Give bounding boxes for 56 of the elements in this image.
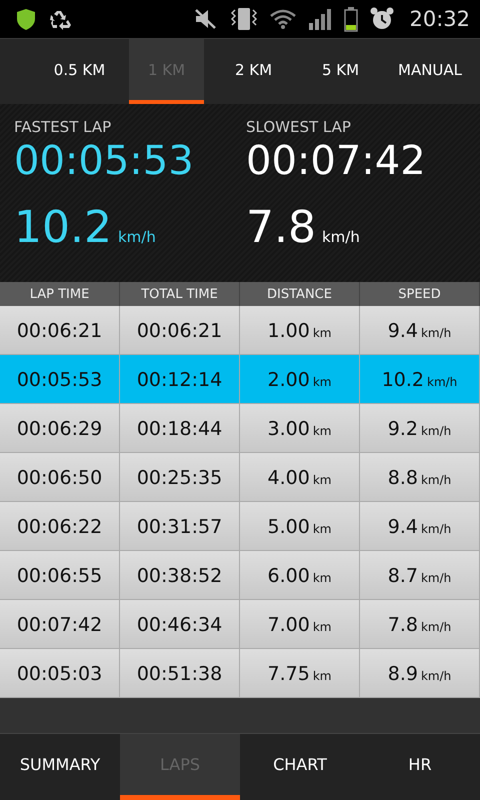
clock-time: 20:32 <box>409 7 470 31</box>
table-cell: 1.00 km <box>240 306 360 354</box>
table-cell: 5.00 km <box>240 502 360 550</box>
distance-tab[interactable]: 2 KM <box>216 39 291 104</box>
table-cell: 00:06:21 <box>120 306 240 354</box>
table-cell: 10.2 km/h <box>360 355 480 403</box>
table-cell: 4.00 km <box>240 453 360 501</box>
table-cell: 00:07:42 <box>0 600 120 648</box>
table-cell: 00:06:55 <box>0 551 120 599</box>
distance-tab[interactable]: 5 KM <box>303 39 378 104</box>
lap-row[interactable]: 00:07:42 00:46:34 7.00 km 7.8 km/h <box>0 600 480 649</box>
table-cell: 9.2 km/h <box>360 404 480 452</box>
lap-row[interactable]: 00:05:53 00:12:14 2.00 km 10.2 km/h <box>0 355 480 404</box>
section-tab[interactable]: CHART <box>240 734 360 800</box>
stat-title: SLOWEST LAP <box>246 118 352 136</box>
table-cell: 00:51:38 <box>120 649 240 697</box>
lap-time: 00:07:42 <box>246 137 427 186</box>
lap-time: 00:05:53 <box>14 137 195 186</box>
table-cell: 00:06:21 <box>0 306 120 354</box>
distance-tab[interactable]: MANUAL <box>390 39 468 104</box>
lap-row[interactable]: 00:06:22 00:31:57 5.00 km 9.4 km/h <box>0 502 480 551</box>
table-cell: 2.00 km <box>240 355 360 403</box>
table-cell: 6.00 km <box>240 551 360 599</box>
table-cell: 7.8 km/h <box>360 600 480 648</box>
table-cell: 7.75 km <box>240 649 360 697</box>
table-cell: 8.8 km/h <box>360 453 480 501</box>
table-cell: 00:18:44 <box>120 404 240 452</box>
lap-speed: 7.8 <box>246 202 316 253</box>
lap-row[interactable]: 00:05:03 00:51:38 7.75 km 8.9 km/h <box>0 649 480 698</box>
table-cell: 00:06:29 <box>0 404 120 452</box>
lap-row[interactable]: 00:06:29 00:18:44 3.00 km 9.2 km/h <box>0 404 480 453</box>
lap-row[interactable]: 00:06:21 00:06:21 1.00 km 9.4 km/h <box>0 306 480 355</box>
table-cell: 00:46:34 <box>120 600 240 648</box>
table-cell: 00:05:03 <box>0 649 120 697</box>
table-cell: 3.00 km <box>240 404 360 452</box>
table-cell: 8.7 km/h <box>360 551 480 599</box>
speed-unit: km/h <box>118 228 156 246</box>
speed-unit: km/h <box>322 228 360 246</box>
lap-row[interactable]: 00:06:55 00:38:52 6.00 km 8.7 km/h <box>0 551 480 600</box>
lap-row[interactable]: 00:06:50 00:25:35 4.00 km 8.8 km/h <box>0 453 480 502</box>
stat-title: FASTEST LAP <box>14 118 112 136</box>
table-cell: 8.9 km/h <box>360 649 480 697</box>
table-cell: 00:25:35 <box>120 453 240 501</box>
table-cell: 7.00 km <box>240 600 360 648</box>
table-cell: 00:12:14 <box>120 355 240 403</box>
table-cell: 00:06:50 <box>0 453 120 501</box>
table-cell: 00:31:57 <box>120 502 240 550</box>
lap-speed: 10.2 <box>14 202 112 253</box>
table-cell: 00:05:53 <box>0 355 120 403</box>
table-cell: 00:06:22 <box>0 502 120 550</box>
distance-tab[interactable]: 0.5 KM <box>42 39 117 104</box>
table-cell: 9.4 km/h <box>360 502 480 550</box>
section-tab[interactable]: HR <box>360 734 480 800</box>
table-cell: 9.4 km/h <box>360 306 480 354</box>
table-cell: 00:38:52 <box>120 551 240 599</box>
section-tab[interactable]: SUMMARY <box>0 734 120 800</box>
